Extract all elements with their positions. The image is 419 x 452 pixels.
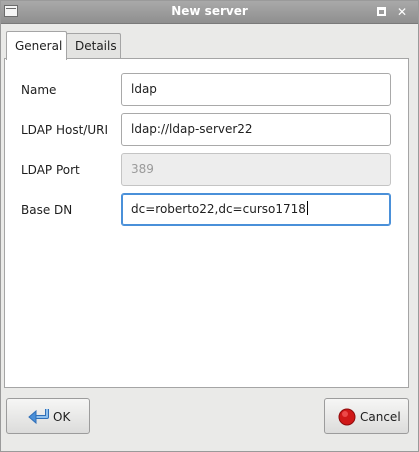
cancel-label: Cancel — [360, 410, 401, 424]
tab-details[interactable]: Details — [66, 33, 121, 58]
window-title: New server — [171, 4, 248, 18]
host-label: LDAP Host/URI — [21, 123, 108, 137]
ok-button[interactable]: OK — [6, 398, 90, 434]
ok-label: OK — [53, 410, 71, 424]
name-label: Name — [21, 83, 57, 97]
text-caret — [306, 201, 308, 215]
cancel-button[interactable]: Cancel — [324, 398, 409, 434]
maximize-icon[interactable] — [375, 5, 389, 19]
tab-general[interactable]: General — [6, 31, 67, 60]
base-dn-label: Base DN — [21, 203, 73, 217]
base-dn-field[interactable]: dc=roberto22,dc=curso1718 — [121, 193, 391, 226]
base-dn-value: dc=roberto22,dc=curso1718 — [131, 202, 306, 216]
name-field[interactable]: ldap — [121, 73, 391, 106]
general-panel: Name ldap LDAP Host/URI ldap://ldap-serv… — [4, 58, 409, 388]
stop-icon — [338, 408, 356, 426]
port-label: LDAP Port — [21, 163, 80, 177]
host-field[interactable]: ldap://ldap-server22 — [121, 113, 391, 146]
dialog-window: New server ✕ General Details Name ldap L… — [0, 0, 419, 452]
close-icon[interactable]: ✕ — [395, 5, 409, 19]
title-bar[interactable]: New server ✕ — [1, 1, 418, 24]
arrow-return-icon — [28, 409, 49, 425]
port-field: 389 — [121, 153, 391, 186]
